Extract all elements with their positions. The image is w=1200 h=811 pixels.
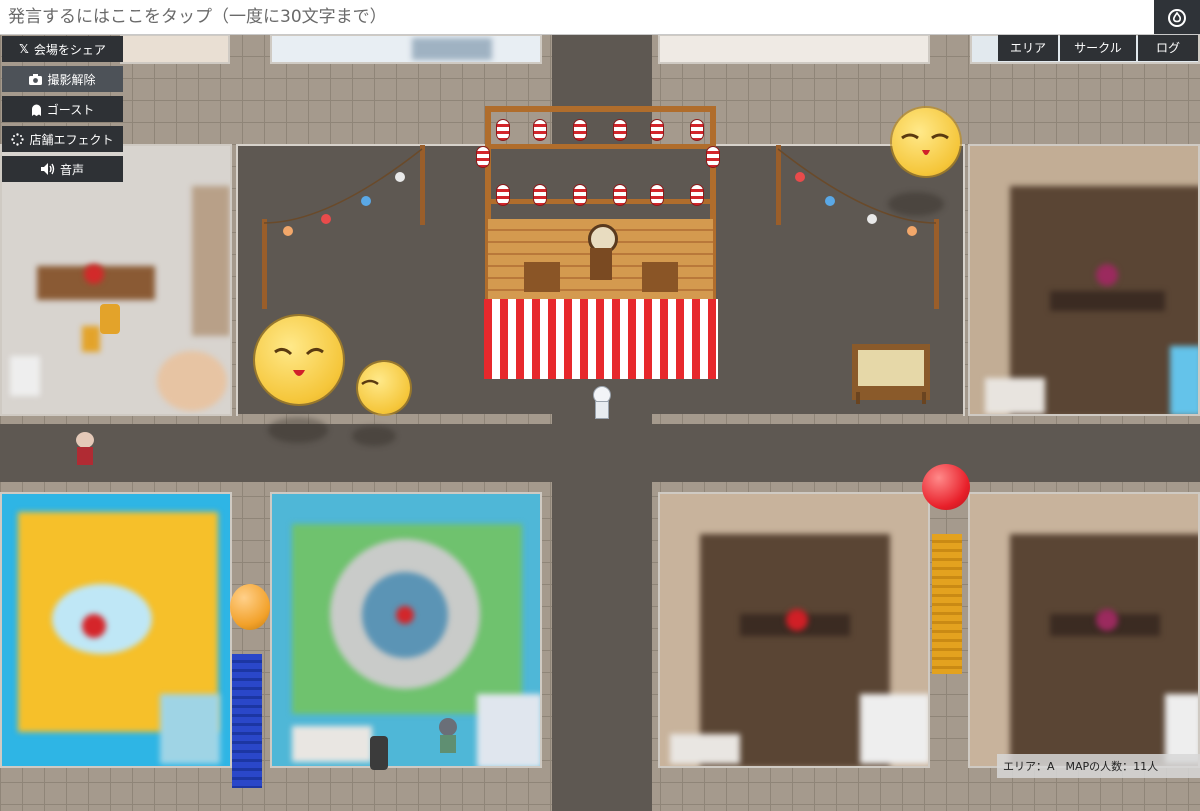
circle-button-label: サークル [1074, 41, 1122, 55]
kohaku-curtain [484, 299, 718, 379]
shop-effect-label: 店舗エフェクト [29, 132, 114, 147]
player-avatar-green[interactable] [436, 718, 460, 756]
ghost-mode-label: ゴースト [46, 102, 95, 117]
smiley-reaction-large [255, 316, 343, 404]
booth-top-3 [658, 34, 930, 64]
share-venue-label: 会場をシェア [33, 42, 106, 57]
camera-icon [29, 73, 43, 85]
booth-left-middle[interactable] [0, 144, 232, 416]
x-logo-icon: 𝕏 [19, 42, 29, 56]
area-button-label: エリア [1009, 41, 1046, 55]
player-avatar-black-cat[interactable] [370, 736, 388, 770]
voice-button[interactable]: 音声 [2, 156, 123, 182]
booth-right-middle[interactable] [968, 144, 1200, 416]
booth-bottom-center[interactable] [270, 492, 542, 768]
booth-top-1 [120, 34, 230, 64]
photo-mode-button[interactable]: 撮影解除 [2, 66, 123, 92]
flame-icon [1168, 9, 1186, 27]
booth-top-2 [270, 34, 542, 64]
log-button-label: ログ [1155, 41, 1180, 55]
notice-board[interactable] [852, 344, 930, 404]
smiley-reaction-small [358, 362, 410, 414]
smiley-reaction-topright [892, 108, 960, 176]
sparkle-spinner-icon [11, 132, 25, 146]
circle-button[interactable]: サークル [1060, 34, 1136, 61]
yellow-banner [932, 534, 962, 674]
ghost-avatar[interactable] [590, 386, 612, 420]
area-status-text: エリア：A MAPの人数：11人 [1003, 760, 1159, 773]
flame-button[interactable] [1154, 0, 1200, 34]
share-venue-button[interactable]: 𝕏 会場をシェア [2, 36, 123, 62]
orange-balloon [230, 584, 270, 630]
chat-bar [0, 0, 1200, 35]
log-button[interactable]: ログ [1138, 34, 1198, 61]
photo-mode-label: 撮影解除 [47, 72, 96, 87]
ghost-icon [31, 104, 41, 116]
booth-bottom-right-2[interactable] [968, 492, 1200, 768]
ghost-mode-button[interactable]: ゴースト [2, 96, 123, 122]
booth-bottom-right-1[interactable] [658, 492, 930, 768]
shop-effect-button[interactable]: 店舗エフェクト [2, 126, 123, 152]
area-button[interactable]: エリア [998, 34, 1058, 61]
player-avatar-red[interactable] [72, 432, 98, 468]
venue-map[interactable]: エリア：A MAPの人数：11人 [0, 34, 1200, 811]
speaker-icon [40, 163, 55, 175]
chat-input[interactable] [0, 0, 1150, 34]
voice-label: 音声 [59, 162, 84, 177]
blue-banner [232, 654, 262, 788]
string-lights-left [262, 145, 425, 309]
booth-bottom-left[interactable] [0, 492, 232, 768]
red-balloon [922, 464, 970, 510]
player-avatar-yellow[interactable] [100, 304, 120, 334]
area-status: エリア：A MAPの人数：11人 [997, 754, 1200, 778]
